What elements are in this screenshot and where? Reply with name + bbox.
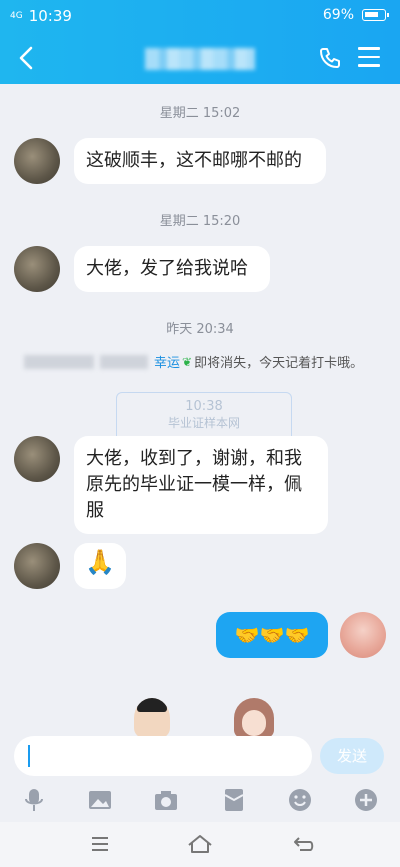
timestamp: 昨天 20:34: [166, 322, 234, 337]
red-packet-icon[interactable]: [220, 786, 248, 814]
my-avatar[interactable]: [340, 612, 386, 658]
contact-name-blurred: [145, 48, 255, 70]
cartoon-sticker[interactable]: [234, 698, 274, 738]
network-indicator: 4G: [10, 10, 23, 21]
camera-icon[interactable]: [152, 786, 180, 814]
contact-avatar[interactable]: [14, 138, 60, 184]
input-toolbar: [0, 782, 400, 818]
contact-avatar[interactable]: [14, 543, 60, 589]
menu-icon[interactable]: [358, 47, 380, 67]
luck-tag: 幸运: [154, 356, 181, 371]
text-cursor: [28, 745, 30, 767]
message-bubble[interactable]: 大佬，发了给我说哈: [74, 246, 270, 292]
notice-text: 即将消失，今天记着打卡哦。: [194, 356, 364, 371]
phone-icon[interactable]: [318, 46, 342, 70]
plus-icon[interactable]: [352, 786, 380, 814]
recent-apps-icon[interactable]: [86, 830, 114, 858]
cartoon-sticker[interactable]: [134, 698, 170, 738]
system-navigation-bar: [0, 822, 400, 867]
message-bubble[interactable]: 这破顺丰，这不邮哪不邮的: [74, 138, 326, 184]
timestamp: 星期二 15:02: [159, 106, 241, 121]
home-icon[interactable]: [186, 830, 214, 858]
back-icon[interactable]: [14, 44, 40, 72]
blurred-name: [100, 354, 148, 369]
watermark-brand: 毕业证样本网: [167, 416, 240, 430]
emoji-icon[interactable]: [286, 786, 314, 814]
microphone-icon[interactable]: [20, 786, 48, 814]
send-button[interactable]: 发送: [320, 738, 384, 774]
battery-percent: 69%: [322, 7, 354, 23]
contact-avatar[interactable]: [14, 436, 60, 482]
streak-notice: 幸运 ❦ 即将消失，今天记着打卡哦。: [24, 352, 384, 371]
message-bubble[interactable]: 大佬，收到了，谢谢，和我原先的毕业证一模一样，佩服: [74, 436, 328, 534]
my-emoji-bubble[interactable]: 🤝🤝🤝: [216, 612, 328, 658]
clock: 10:39: [28, 7, 72, 25]
image-icon[interactable]: [86, 786, 114, 814]
watermark-time: 10:38: [185, 399, 223, 414]
message-input[interactable]: [14, 736, 312, 776]
status-bar: 4G 10:39 69%: [0, 0, 400, 32]
timestamp: 星期二 15:20: [159, 214, 241, 229]
sprout-icon: ❦: [182, 354, 193, 369]
contact-avatar[interactable]: [14, 246, 60, 292]
emoji-bubble[interactable]: 🙏: [74, 543, 126, 589]
back-nav-icon[interactable]: [290, 830, 318, 858]
battery-icon: [362, 9, 389, 21]
chat-header: [0, 32, 400, 84]
blurred-name: [24, 354, 94, 369]
